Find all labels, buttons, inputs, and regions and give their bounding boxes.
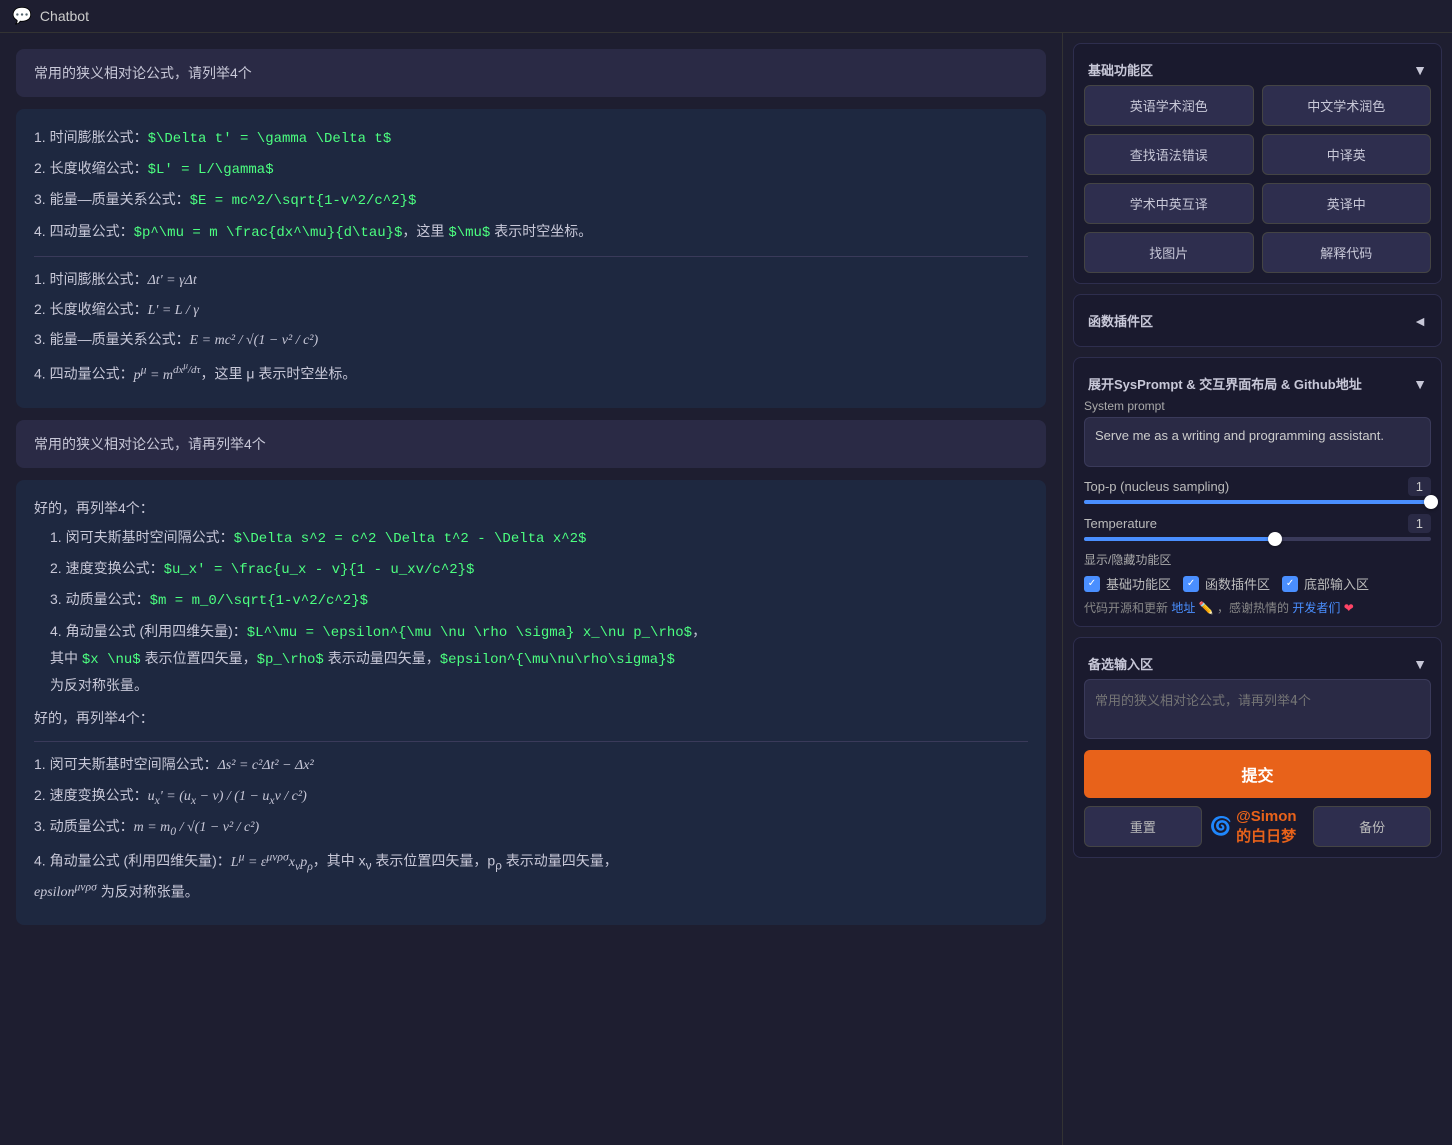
- submit-button[interactable]: 提交: [1084, 750, 1431, 798]
- pencil-icon: ✏️: [1199, 601, 1214, 615]
- alt-input-header: 备选输入区 ▼: [1084, 648, 1431, 679]
- chatbot-icon: 💬: [12, 6, 32, 26]
- heart-icon: ❤: [1344, 601, 1354, 615]
- formula-list-rendered: 1. 时间膨胀公式：Δt' = γΔt 2. 长度收缩公式：L' = L / γ…: [34, 267, 1028, 388]
- sidebar: 基础功能区 ▼ 英语学术润色 中文学术润色 查找语法错误 中译英 学术中英互译 …: [1062, 33, 1452, 1145]
- top-p-thumb: [1424, 495, 1438, 509]
- top-p-fill: [1084, 500, 1431, 504]
- show-hide-label: 显示/隐藏功能区: [1084, 551, 1431, 568]
- sysprompt-label: System prompt: [1084, 399, 1431, 413]
- weibo-watermark: 🌀 @Simon的白日梦: [1210, 806, 1306, 847]
- formula-list2-rendered: 1. 闵可夫斯基时空间隔公式：Δs² = c²Δt² − Δx² 2. 速度变换…: [34, 752, 1028, 905]
- temperature-fill: [1084, 537, 1275, 541]
- plugin-functions-arrow[interactable]: ◄: [1413, 313, 1427, 329]
- footer-link-row: 代码开源和更新 地址 ✏️ ，感谢热情的 开发者们 ❤: [1084, 599, 1431, 616]
- btn-zh-to-en[interactable]: 中译英: [1262, 134, 1432, 175]
- backup-button[interactable]: 备份: [1313, 806, 1431, 847]
- basic-functions-grid: 英语学术润色 中文学术润色 查找语法错误 中译英 学术中英互译 英译中 找图片 …: [1084, 85, 1431, 273]
- btn-grammar-check[interactable]: 查找语法错误: [1084, 134, 1254, 175]
- top-p-label: Top-p (nucleus sampling): [1084, 479, 1229, 494]
- checkbox-basic-box: ✓: [1084, 576, 1100, 592]
- formula-list2-raw: 好的，再列举4个： 1. 闵可夫斯基时空间隔公式：$\Delta s^2 = c…: [34, 496, 1028, 698]
- basic-functions-section: 基础功能区 ▼ 英语学术润色 中文学术润色 查找语法错误 中译英 学术中英互译 …: [1073, 43, 1442, 284]
- temperature-thumb: [1268, 532, 1282, 546]
- footer-link[interactable]: 地址: [1171, 601, 1195, 615]
- temperature-label: Temperature: [1084, 516, 1157, 531]
- top-p-row: Top-p (nucleus sampling) 1: [1084, 477, 1431, 496]
- btn-find-image[interactable]: 找图片: [1084, 232, 1254, 273]
- btn-en-to-zh[interactable]: 英译中: [1262, 183, 1432, 224]
- checkbox-plugin[interactable]: ✓ 函数插件区: [1183, 574, 1270, 593]
- app-title: Chatbot: [40, 8, 89, 24]
- top-p-value: 1: [1408, 477, 1431, 496]
- checkbox-plugin-box: ✓: [1183, 576, 1199, 592]
- user-message-1: 常用的狭义相对论公式，请列举4个: [16, 49, 1046, 97]
- sysprompt-header: 展开SysPrompt & 交互界面布局 & Github地址 ▼: [1084, 368, 1431, 399]
- bottom-action-row: 重置 🌀 @Simon的白日梦 备份: [1084, 806, 1431, 847]
- temperature-row: Temperature 1: [1084, 514, 1431, 533]
- alt-input-section: 备选输入区 ▼ 提交 重置 🌀 @Simon的白日梦 备份: [1073, 637, 1442, 858]
- checkbox-basic[interactable]: ✓ 基础功能区: [1084, 574, 1171, 593]
- btn-english-polish[interactable]: 英语学术润色: [1084, 85, 1254, 126]
- plugin-functions-title: 函数插件区: [1088, 311, 1153, 330]
- plugin-functions-section: 函数插件区 ◄: [1073, 294, 1442, 347]
- btn-explain-code[interactable]: 解释代码: [1262, 232, 1432, 273]
- alt-input-arrow[interactable]: ▼: [1413, 656, 1427, 672]
- temperature-slider[interactable]: [1084, 537, 1431, 541]
- sysprompt-arrow[interactable]: ▼: [1413, 376, 1427, 392]
- basic-functions-header: 基础功能区 ▼: [1084, 54, 1431, 85]
- reset-button[interactable]: 重置: [1084, 806, 1202, 847]
- btn-academic-bilingual[interactable]: 学术中英互译: [1084, 183, 1254, 224]
- basic-functions-arrow[interactable]: ▼: [1413, 62, 1427, 78]
- plugin-functions-header: 函数插件区 ◄: [1084, 305, 1431, 336]
- top-bar: 💬 Chatbot: [0, 0, 1452, 33]
- assistant-message-1: 1. 时间膨胀公式：$\Delta t' = \gamma \Delta t$ …: [16, 109, 1046, 408]
- basic-functions-title: 基础功能区: [1088, 60, 1153, 79]
- user-message-2: 常用的狭义相对论公式，请再列举4个: [16, 420, 1046, 468]
- sysprompt-box[interactable]: Serve me as a writing and programming as…: [1084, 417, 1431, 467]
- alt-input-field[interactable]: [1084, 679, 1431, 739]
- footer-link2[interactable]: 开发者们: [1292, 601, 1340, 615]
- chat-area: 常用的狭义相对论公式，请列举4个 1. 时间膨胀公式：$\Delta t' = …: [0, 33, 1062, 1145]
- top-p-slider[interactable]: [1084, 500, 1431, 504]
- checkbox-bottom[interactable]: ✓ 底部输入区: [1282, 574, 1369, 593]
- main-layout: 常用的狭义相对论公式，请列举4个 1. 时间膨胀公式：$\Delta t' = …: [0, 33, 1452, 1145]
- btn-chinese-polish[interactable]: 中文学术润色: [1262, 85, 1432, 126]
- checkbox-bottom-box: ✓: [1282, 576, 1298, 592]
- sysprompt-section: 展开SysPrompt & 交互界面布局 & Github地址 ▼ System…: [1073, 357, 1442, 627]
- sysprompt-title: 展开SysPrompt & 交互界面布局 & Github地址: [1088, 374, 1362, 393]
- assistant-message-2: 好的，再列举4个： 1. 闵可夫斯基时空间隔公式：$\Delta s^2 = c…: [16, 480, 1046, 926]
- formula-list-raw: 1. 时间膨胀公式：$\Delta t' = \gamma \Delta t$ …: [34, 125, 1028, 246]
- checkbox-row: ✓ 基础功能区 ✓ 函数插件区 ✓ 底部输入区: [1084, 574, 1431, 593]
- temperature-value: 1: [1408, 514, 1431, 533]
- alt-input-title: 备选输入区: [1088, 654, 1153, 673]
